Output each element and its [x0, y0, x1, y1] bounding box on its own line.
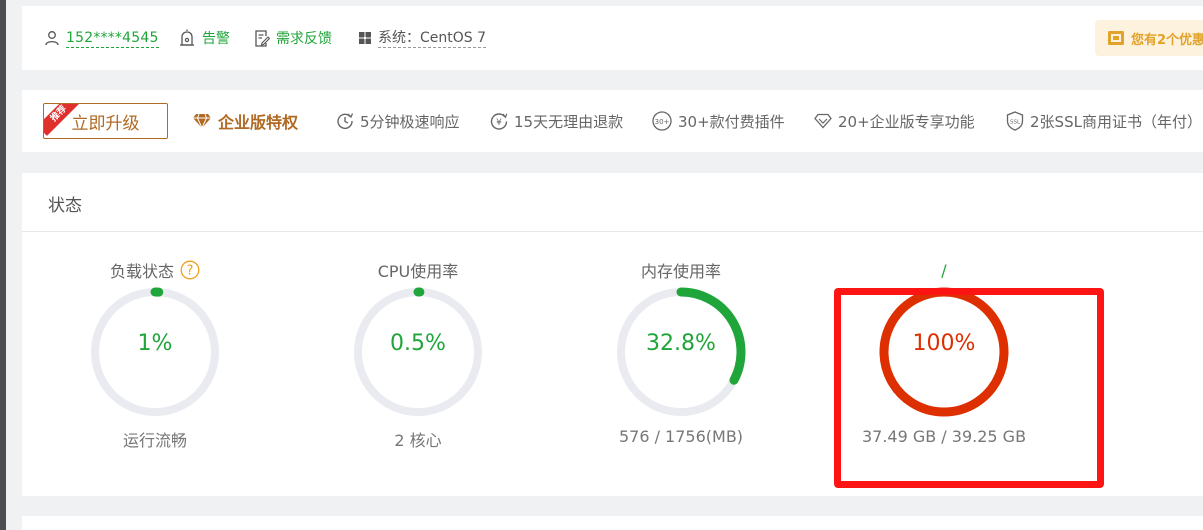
window-edge [0, 0, 6, 530]
upgrade-button[interactable]: 推荐 立即升级 [43, 103, 168, 139]
ssl-badge-text: SSL [1010, 120, 1021, 126]
feature-label: 2张SSL商用证书（年付） [1030, 112, 1202, 131]
disk-mount-label[interactable]: / [941, 261, 946, 280]
gauge-sub: 2 核心 [394, 431, 442, 450]
centos-icon [359, 32, 371, 44]
feedback-label: 需求反馈 [276, 31, 332, 47]
upgrade-button-label: 立即升级 [71, 113, 140, 134]
feedback-link[interactable]: 需求反馈 [254, 28, 332, 48]
user-account[interactable]: 152****4545 [44, 28, 159, 48]
coupon-icon [1108, 31, 1124, 45]
next-panel [22, 516, 1203, 530]
alert-label: 告警 [202, 31, 230, 47]
gauge-sub: 576 / 1756(MB) [618, 427, 744, 446]
status-title: 状态 [48, 196, 82, 216]
feature-enterprise-functions: 20+企业版专享功能 [814, 111, 975, 131]
divider [22, 231, 1203, 232]
gauge-value: 0.5% [390, 331, 446, 356]
enterprise-privileges[interactable]: 企业版特权 [192, 111, 299, 132]
edit-document-icon [255, 29, 270, 47]
gauge-value: 100% [912, 331, 976, 356]
plugins-badge-text: 30+ [655, 118, 670, 126]
gauge-label: 内存使用率 [640, 262, 721, 281]
alarm-icon [180, 29, 194, 46]
gauge-label-row: / [844, 259, 1044, 281]
user-info-bar: 152****4545 告警 需求反馈 系统：CentOS 7 您有2个优惠 [22, 6, 1203, 70]
feature-plugins: 30+ 30+款付费插件 [652, 111, 785, 131]
gauge-sub: 运行流畅 [122, 431, 187, 450]
status-panel: 状态 负载状态 ? 1% 运行流畅 CPU使用率 0.5% 2 核心 内存使用率… [22, 173, 1203, 496]
gauge-value: 32.8% [646, 331, 716, 356]
cpu-gauge[interactable]: CPU使用率 0.5% 2 核心 [318, 259, 518, 459]
gauge-value: 1% [137, 331, 173, 356]
memory-gauge[interactable]: 内存使用率 32.8% 576 / 1756(MB) [581, 259, 781, 459]
coupon-banner[interactable]: 您有2个优惠券 [1095, 20, 1203, 56]
diamond-outline-icon [814, 113, 832, 129]
gauge-label: CPU使用率 [377, 262, 459, 281]
question-mark-text: ? [187, 264, 194, 279]
upgrade-bar: 推荐 立即升级 企业版特权 5分钟极速响应 ¥ 15天无理由退款 30+ 30+… [22, 90, 1203, 152]
feature-label: 30+款付费插件 [678, 112, 785, 131]
feature-label: 15天无理由退款 [514, 112, 624, 131]
diamond-icon [193, 113, 211, 129]
feature-refund: ¥ 15天无理由退款 [490, 111, 623, 131]
feature-label: 5分钟极速响应 [360, 112, 460, 131]
feature-ssl: SSL 2张SSL商用证书（年付） [1006, 111, 1202, 131]
gauge-label-row: 负载状态 ? [55, 259, 255, 281]
disk-gauge[interactable]: / 100% 37.49 GB / 39.25 GB [844, 259, 1044, 459]
feature-fast-response: 5分钟极速响应 [336, 111, 460, 131]
refund-icon: ¥ [490, 113, 508, 130]
ssl-shield-icon: SSL [1006, 111, 1024, 131]
gauge-sub: 37.49 GB / 39.25 GB [861, 427, 1027, 446]
enterprise-title: 企业版特权 [218, 113, 299, 132]
svg-text:¥: ¥ [496, 118, 502, 128]
system-label: 系统：CentOS 7 [378, 29, 487, 48]
feature-label: 20+企业版专享功能 [838, 112, 975, 131]
plugins-icon: 30+ [652, 111, 672, 131]
gauge-label-row: CPU使用率 [318, 259, 518, 281]
user-phone[interactable]: 152****4545 [66, 29, 159, 48]
fast-response-icon [337, 113, 354, 130]
load-gauge[interactable]: 负载状态 ? 1% 运行流畅 [55, 259, 255, 459]
question-icon[interactable]: ? [180, 260, 200, 280]
system-info[interactable]: 系统：CentOS 7 [358, 28, 487, 48]
gauge-label: 负载状态 [109, 262, 174, 281]
user-icon [45, 31, 59, 46]
gauge-label-row: 内存使用率 [581, 259, 781, 281]
alert-link[interactable]: 告警 [178, 28, 230, 48]
coupon-label: 您有2个优惠券 [1131, 32, 1203, 48]
